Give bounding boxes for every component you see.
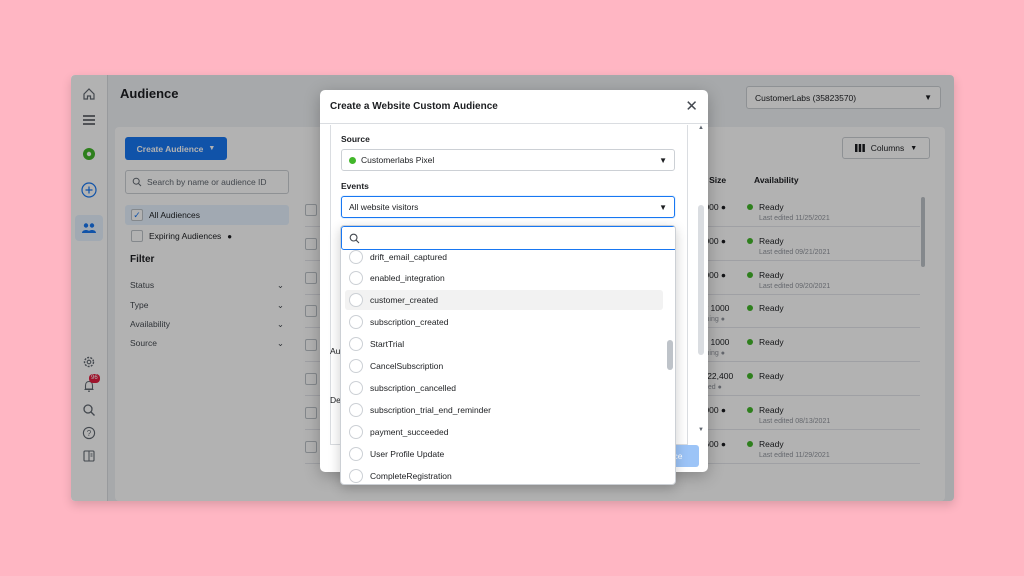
scroll-thumb[interactable] <box>667 340 673 370</box>
events-dropdown: drift_email_captured enabled_integration… <box>340 225 676 485</box>
dialog-title: Create a Website Custom Audience <box>330 101 498 112</box>
event-option[interactable]: enabled_integration <box>345 268 663 288</box>
scroll-thumb[interactable] <box>698 205 704 355</box>
event-option[interactable]: drift_email_captured <box>345 247 663 267</box>
radio-button[interactable] <box>349 403 363 417</box>
event-option-label: CompleteRegistration <box>370 471 452 481</box>
chevron-down-icon: ▼ <box>659 155 667 165</box>
dialog-header: Create a Website Custom Audience ✕ <box>320 90 708 124</box>
radio-button[interactable] <box>349 447 363 461</box>
radio-button[interactable] <box>349 293 363 307</box>
event-option-label: customer_created <box>370 295 439 305</box>
radio-button[interactable] <box>349 337 363 351</box>
event-option-label: drift_email_captured <box>370 252 448 262</box>
event-option[interactable]: CancelSubscription <box>345 356 663 376</box>
event-option-label: subscription_trial_end_reminder <box>370 405 491 415</box>
radio-button[interactable] <box>349 250 363 264</box>
event-option-label: enabled_integration <box>370 273 445 283</box>
source-value: Customerlabs Pixel <box>361 155 435 165</box>
pixel-status-dot <box>349 157 356 164</box>
scroll-up-icon[interactable]: ▲ <box>698 125 704 131</box>
radio-button[interactable] <box>349 381 363 395</box>
event-option-label: subscription_cancelled <box>370 383 456 393</box>
scroll-down-icon[interactable]: ▼ <box>698 427 704 433</box>
close-icon[interactable]: ✕ <box>685 99 698 114</box>
partial-label: Au <box>330 346 341 356</box>
chevron-up-icon: ▼ <box>659 202 667 212</box>
event-option[interactable]: customer_created <box>345 290 663 310</box>
event-option[interactable]: subscription_trial_end_reminder <box>345 400 663 420</box>
events-label: Events <box>341 181 369 191</box>
event-option[interactable]: subscription_cancelled <box>345 378 663 398</box>
event-option[interactable]: payment_succeeded <box>345 422 663 442</box>
dropdown-scrollbar[interactable] <box>666 254 674 482</box>
dialog-scrollbar[interactable]: ▲ ▼ <box>698 125 704 435</box>
radio-button[interactable] <box>349 469 363 483</box>
event-option[interactable]: CompleteRegistration <box>345 466 663 484</box>
events-value: All website visitors <box>349 202 419 212</box>
radio-button[interactable] <box>349 271 363 285</box>
event-option[interactable]: StartTrial <box>345 334 663 354</box>
event-option-label: StartTrial <box>370 339 405 349</box>
event-option[interactable]: User Profile Update <box>345 444 663 464</box>
event-option-label: User Profile Update <box>370 449 445 459</box>
event-option-label: subscription_created <box>370 317 449 327</box>
source-select[interactable]: Customerlabs Pixel ▼ <box>341 149 675 171</box>
radio-button[interactable] <box>349 425 363 439</box>
radio-button[interactable] <box>349 315 363 329</box>
events-select[interactable]: All website visitors ▼ <box>341 196 675 218</box>
source-label: Source <box>341 134 370 144</box>
event-option-label: payment_succeeded <box>370 427 449 437</box>
search-icon <box>349 233 360 243</box>
event-option-label: CancelSubscription <box>370 361 444 371</box>
radio-button[interactable] <box>349 359 363 373</box>
event-option[interactable]: subscription_created <box>345 312 663 332</box>
